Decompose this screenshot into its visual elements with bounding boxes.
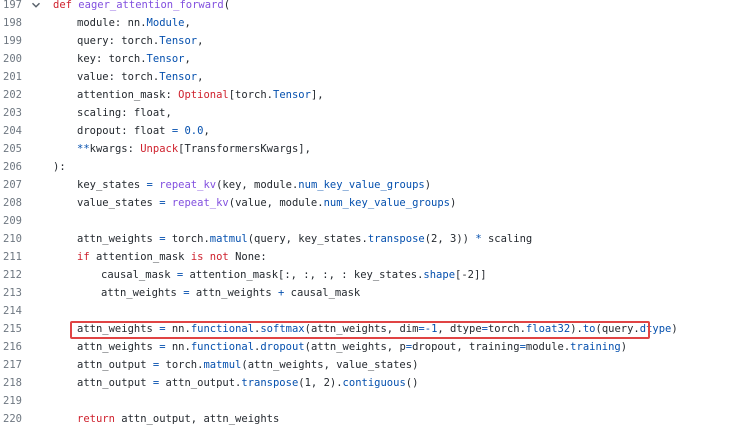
code-line: 200 key: torch.Tensor, xyxy=(0,50,733,68)
line-number[interactable]: 219 xyxy=(0,392,22,410)
code-line: 212 causal_mask = attention_mask[:, :, :,… xyxy=(0,266,733,284)
line-number[interactable]: 211 xyxy=(0,248,22,266)
line-number[interactable]: 207 xyxy=(0,176,22,194)
code-text: module: nn.Module, xyxy=(77,17,191,29)
line-number[interactable]: 214 xyxy=(0,302,22,320)
code-text: attention_mask: Optional[torch.Tensor], xyxy=(77,89,324,101)
line-number[interactable]: 216 xyxy=(0,338,22,356)
line-number[interactable]: 201 xyxy=(0,68,22,86)
highlight-box xyxy=(70,321,650,339)
code-line: 199 query: torch.Tensor, xyxy=(0,32,733,50)
code-line: 203 scaling: float, xyxy=(0,104,733,122)
line-number[interactable]: 208 xyxy=(0,194,22,212)
code-line: 197 def eager_attention_forward( xyxy=(0,0,733,14)
code-line: 218 attn_output = attn_output.transpose(1… xyxy=(0,374,733,392)
code-text: value_states = repeat_kv(value, module.n… xyxy=(77,197,457,209)
line-number[interactable]: 205 xyxy=(0,140,22,158)
code-line: 205 **kwargs: Unpack[TransformersKwargs], xyxy=(0,140,733,158)
code-line: 201 value: torch.Tensor, xyxy=(0,68,733,86)
code-text: attn_output = torch.matmul(attn_weights,… xyxy=(77,359,419,371)
code-line: 208 value_states = repeat_kv(value, modul… xyxy=(0,194,733,212)
code-text: key: torch.Tensor, xyxy=(77,53,191,65)
line-number[interactable]: 206 xyxy=(0,158,22,176)
code-text: key_states = repeat_kv(key, module.num_k… xyxy=(77,179,432,191)
code-line: 220 return attn_output, attn_weights xyxy=(0,410,733,427)
code-text: attn_weights = attn_weights + causal_mas… xyxy=(101,287,361,299)
line-number[interactable]: 204 xyxy=(0,122,22,140)
line-number[interactable]: 212 xyxy=(0,266,22,284)
line-number[interactable]: 200 xyxy=(0,50,22,68)
code-line: 216 attn_weights = nn.functional.dropout(… xyxy=(0,338,733,356)
code-line: 207 key_states = repeat_kv(key, module.nu… xyxy=(0,176,733,194)
code-text: scaling: float, xyxy=(77,107,172,119)
code-line: 210 attn_weights = torch.matmul(query, ke… xyxy=(0,230,733,248)
code-text: attn_weights = nn.functional.dropout(att… xyxy=(77,341,628,353)
code-text: **kwargs: Unpack[TransformersKwargs], xyxy=(77,143,311,155)
code-text: dropout: float = 0.0, xyxy=(77,125,210,137)
code-line: 217 attn_output = torch.matmul(attn_weigh… xyxy=(0,356,733,374)
line-number[interactable]: 197 xyxy=(0,0,22,14)
line-number[interactable]: 217 xyxy=(0,356,22,374)
code-line: 202 attention_mask: Optional[torch.Tensor… xyxy=(0,86,733,104)
code-line: 209 xyxy=(0,212,733,230)
code-text: attn_weights = torch.matmul(query, key_s… xyxy=(77,233,533,245)
code-text: query: torch.Tensor, xyxy=(77,35,204,47)
code-text: if attention_mask is not None: xyxy=(77,251,267,263)
code-text: causal_mask = attention_mask[:, :, :, : … xyxy=(101,269,487,281)
code-line: 204 dropout: float = 0.0, xyxy=(0,122,733,140)
line-number[interactable]: 210 xyxy=(0,230,22,248)
line-number[interactable]: 220 xyxy=(0,410,22,427)
chevron-down-icon[interactable] xyxy=(30,0,42,14)
code-line: 206): xyxy=(0,158,733,176)
line-number[interactable]: 209 xyxy=(0,212,22,230)
line-number[interactable]: 202 xyxy=(0,86,22,104)
code-line: 219 xyxy=(0,392,733,410)
code-text: return attn_output, attn_weights xyxy=(77,413,280,425)
code-text: value: torch.Tensor, xyxy=(77,71,204,83)
code-line: 198 module: nn.Module, xyxy=(0,14,733,32)
line-number[interactable]: 218 xyxy=(0,374,22,392)
code-text: ): xyxy=(53,161,66,173)
line-number[interactable]: 203 xyxy=(0,104,22,122)
line-number[interactable]: 213 xyxy=(0,284,22,302)
code-text: def eager_attention_forward( xyxy=(53,0,231,11)
code-viewer: 197 def eager_attention_forward( 198 module… xyxy=(0,0,733,427)
line-number[interactable]: 199 xyxy=(0,32,22,50)
code-text: attn_output = attn_output.transpose(1, 2… xyxy=(77,377,419,389)
line-number[interactable]: 198 xyxy=(0,14,22,32)
line-number[interactable]: 215 xyxy=(0,320,22,338)
code-line: 214 xyxy=(0,302,733,320)
code-line: 211 if attention_mask is not None: xyxy=(0,248,733,266)
code-line: 213 attn_weights = attn_weights + causal_… xyxy=(0,284,733,302)
